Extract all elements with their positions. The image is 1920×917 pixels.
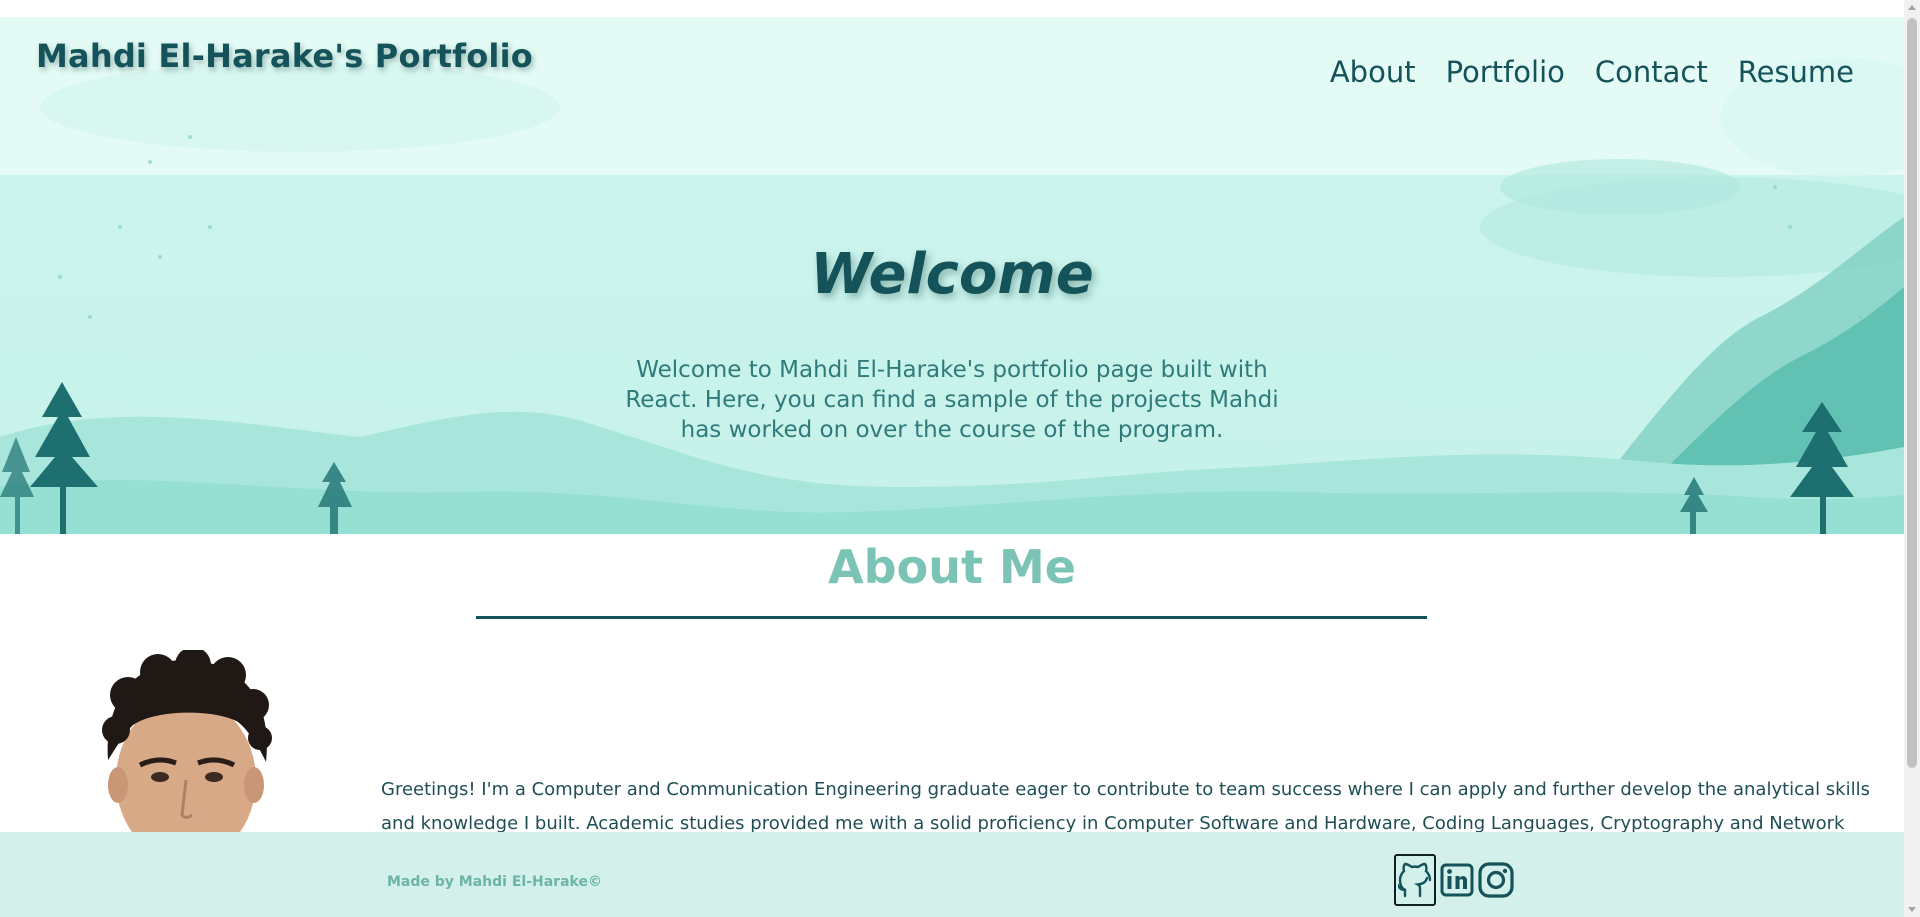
hero-banner: Mahdi El-Harake's Portfolio About Portfo…	[0, 17, 1904, 534]
scroll-up-arrow-icon[interactable]	[1908, 5, 1916, 10]
welcome-text: Welcome to Mahdi El-Harake's portfolio p…	[625, 357, 1279, 443]
github-icon	[1398, 862, 1432, 898]
scrollbar-thumb[interactable]	[1907, 18, 1917, 768]
site-title[interactable]: Mahdi El-Harake's Portfolio	[36, 37, 533, 75]
nav-contact[interactable]: Contact	[1595, 55, 1708, 89]
instagram-link[interactable]	[1477, 854, 1515, 906]
about-divider	[476, 616, 1427, 619]
main-nav: About Portfolio Contact Resume	[1330, 55, 1854, 89]
nav-resume[interactable]: Resume	[1738, 55, 1854, 89]
about-title: About Me	[828, 540, 1076, 594]
footer: Made by Mahdi El-Harake©	[0, 832, 1904, 917]
top-strip	[0, 0, 1904, 17]
nav-portfolio[interactable]: Portfolio	[1446, 55, 1565, 89]
github-link[interactable]	[1394, 854, 1436, 906]
nav-about[interactable]: About	[1330, 55, 1416, 89]
instagram-icon	[1478, 862, 1514, 898]
scroll-down-arrow-icon[interactable]	[1908, 907, 1916, 912]
linkedin-icon	[1440, 863, 1474, 897]
welcome-title: Welcome	[810, 242, 1094, 307]
linkedin-link[interactable]	[1439, 854, 1475, 906]
footer-credit: Made by Mahdi El-Harake©	[387, 874, 602, 890]
page-scrollbar[interactable]	[1904, 0, 1920, 917]
